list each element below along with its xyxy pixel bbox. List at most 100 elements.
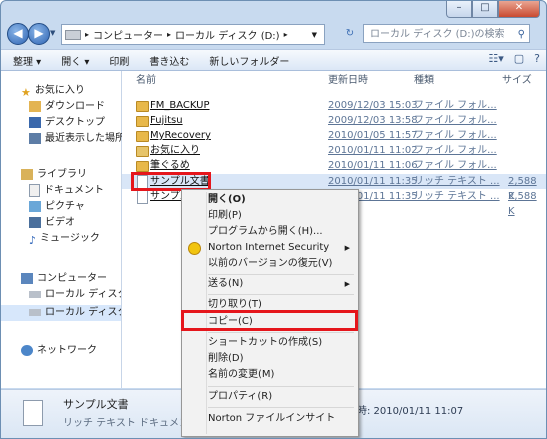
- menu-item-rename[interactable]: 名前の変更(M): [208, 367, 354, 383]
- breadcrumb-arrow-icon[interactable]: ▸: [85, 30, 89, 39]
- search-input[interactable]: ローカル ディスク (D:)の検索 ⚲: [363, 24, 530, 43]
- breadcrumb-local-disk[interactable]: ローカル ディスク (D:): [175, 27, 280, 42]
- nav-network[interactable]: ネットワーク: [21, 343, 97, 359]
- view-options-icon[interactable]: ☷▾: [488, 52, 503, 65]
- details-file-name: サンプル文書: [63, 398, 129, 411]
- search-icon[interactable]: ⚲: [518, 25, 525, 44]
- nav-local-disk-c[interactable]: ローカル ディスク (: [29, 287, 121, 303]
- back-button[interactable]: ◀: [7, 23, 29, 45]
- computer-icon: [21, 272, 33, 284]
- nav-favorites-label: お気に入り: [34, 85, 85, 96]
- address-bar[interactable]: ▸ コンピューター ▸ ローカル ディスク (D:) ▸ ▼: [61, 24, 325, 45]
- new-folder-button[interactable]: 新しいフォルダー: [209, 53, 289, 68]
- menu-item-open[interactable]: 開く(O): [208, 192, 354, 208]
- help-icon[interactable]: ?: [534, 52, 540, 65]
- minimize-button[interactable]: –: [446, 1, 472, 18]
- file-row[interactable]: MyRecovery 2010/01/05 11:57 ファイル フォル...: [122, 128, 546, 143]
- file-type: リッチ テキスト ...: [414, 191, 500, 202]
- menu-item-send-to[interactable]: 送る(N) ▶: [208, 276, 354, 292]
- close-button[interactable]: ✕: [498, 1, 540, 18]
- file-date: 2009/12/03 15:03: [328, 100, 418, 111]
- file-type: ファイル フォル...: [414, 145, 497, 156]
- file-size: 2,588 K: [508, 191, 537, 217]
- file-name: MyRecovery: [150, 130, 211, 141]
- burn-button[interactable]: 書き込む: [149, 53, 189, 68]
- menu-item-print[interactable]: 印刷(P): [208, 208, 354, 224]
- nav-libraries[interactable]: ライブラリ: [21, 167, 87, 183]
- folder-icon: [136, 161, 149, 172]
- menu-item-properties[interactable]: プロパティ(R): [208, 389, 354, 405]
- menu-item-delete[interactable]: 削除(D): [208, 351, 354, 367]
- nav-recent-label: 最近表示した場所: [45, 133, 125, 144]
- breadcrumb-arrow-icon[interactable]: ▸: [284, 30, 288, 39]
- file-type: ファイル フォル...: [414, 115, 497, 126]
- nav-pictures-label: ピクチャ: [45, 201, 85, 212]
- menu-separator: [208, 386, 354, 387]
- drive-icon: [65, 29, 81, 40]
- maximize-button[interactable]: □: [472, 1, 498, 18]
- nav-local-disk-d[interactable]: ローカル ディスク (: [1, 305, 121, 321]
- preview-pane-icon[interactable]: ▢: [514, 52, 524, 65]
- menu-item-open-with[interactable]: プログラムから開く(H)...: [208, 224, 354, 240]
- column-header-date[interactable]: 更新日時: [328, 71, 368, 91]
- breadcrumb-computer[interactable]: コンピューター: [93, 27, 163, 42]
- file-date: 2009/12/03 13:58: [328, 115, 418, 126]
- desktop-icon: [29, 116, 41, 128]
- network-icon: [21, 344, 33, 356]
- file-row[interactable]: Fujitsu 2009/12/03 13:58 ファイル フォル...: [122, 113, 546, 128]
- file-date: 2010/01/11 11:02: [328, 145, 418, 156]
- menu-separator: [208, 332, 354, 333]
- nav-network-label: ネットワーク: [37, 345, 97, 356]
- menu-item-restore[interactable]: 以前のバージョンの復元(V): [208, 256, 354, 272]
- menu-item-norton-label: Norton Internet Security: [208, 242, 330, 253]
- print-button[interactable]: 印刷: [109, 53, 129, 68]
- nav-videos[interactable]: ビデオ: [29, 215, 75, 231]
- file-name: お気に入り: [150, 145, 200, 156]
- nav-pictures[interactable]: ピクチャ: [29, 199, 85, 215]
- nav-favorites[interactable]: ★ お気に入り: [21, 83, 85, 99]
- nav-documents[interactable]: ドキュメント: [29, 183, 104, 199]
- submenu-arrow-icon: ▶: [344, 280, 350, 288]
- menu-separator: [208, 407, 354, 408]
- organize-button[interactable]: 整理 ▾: [13, 53, 41, 68]
- nav-recent[interactable]: 最近表示した場所: [29, 131, 125, 147]
- music-icon: ♪: [29, 233, 37, 247]
- nav-local-disk-d-label: ローカル ディスク (: [45, 307, 121, 318]
- file-row[interactable]: 筆ぐるめ 2010/01/11 11:06 ファイル フォル...: [122, 158, 546, 173]
- caption-buttons: – □ ✕: [446, 1, 540, 18]
- file-type: リッチ テキスト ...: [414, 176, 500, 187]
- menu-item-norton[interactable]: Norton Internet Security ▶: [208, 240, 354, 256]
- nav-music[interactable]: ♪ ミュージック: [29, 231, 100, 247]
- file-name: Fujitsu: [150, 115, 183, 126]
- navigation-pane: ★ お気に入り ダウンロード デスクトップ 最近表示した場所 ライブラリ ドキュメ…: [1, 71, 125, 388]
- copy-highlight-box: [181, 310, 358, 331]
- file-row[interactable]: FM_BACKUP 2009/12/03 15:03 ファイル フォル...: [122, 98, 546, 113]
- column-header-type[interactable]: 種類: [414, 71, 434, 91]
- column-header-size[interactable]: サイズ: [502, 71, 532, 91]
- breadcrumb-arrow-icon[interactable]: ▸: [167, 30, 171, 39]
- details-file-type: リッチ テキスト ドキュメント: [63, 418, 200, 429]
- column-header-name[interactable]: 名前: [136, 71, 156, 91]
- nav-computer[interactable]: コンピューター: [21, 271, 107, 287]
- refresh-icon[interactable]: ↻: [341, 24, 359, 43]
- nav-desktop-label: デスクトップ: [45, 117, 105, 128]
- nav-downloads[interactable]: ダウンロード: [29, 99, 105, 115]
- file-date: 2010/01/11 11:06: [328, 160, 418, 171]
- address-dropdown-icon[interactable]: ▼: [312, 31, 317, 39]
- file-date: 2010/01/11 11:35: [328, 176, 418, 187]
- open-button[interactable]: 開く ▾: [61, 53, 89, 68]
- nav-libraries-label: ライブラリ: [37, 169, 87, 180]
- star-icon: ★: [21, 85, 31, 99]
- file-row[interactable]: お気に入り 2010/01/11 11:02 ファイル フォル...: [122, 143, 546, 158]
- file-type: ファイル フォル...: [414, 130, 497, 141]
- view-controls: ☷▾ ▢ ?: [488, 52, 540, 65]
- menu-item-create-shortcut[interactable]: ショートカットの作成(S): [208, 335, 354, 351]
- nav-videos-label: ビデオ: [45, 217, 75, 228]
- file-type: ファイル フォル...: [414, 160, 497, 171]
- downloads-folder-icon: [29, 100, 41, 112]
- recent-pages-arrow-icon[interactable]: ▼: [50, 29, 55, 37]
- menu-item-norton-insight[interactable]: Norton ファイルインサイト: [208, 411, 354, 427]
- forward-button[interactable]: ▶: [28, 23, 50, 45]
- nav-desktop[interactable]: デスクトップ: [29, 115, 105, 131]
- menu-separator: [208, 294, 354, 295]
